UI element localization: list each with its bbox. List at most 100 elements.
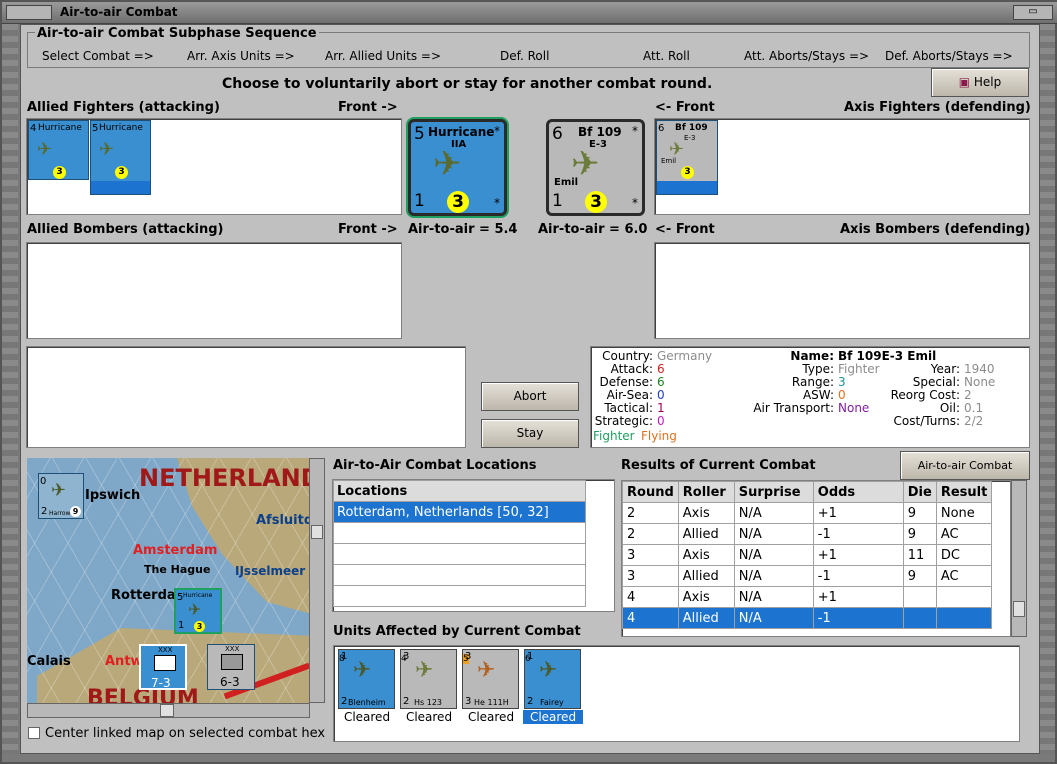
combat-chart-button[interactable]: Air-to-air Combat Chart [900, 451, 1030, 499]
active-allied-counter[interactable]: 5 Hurricane IIA * ✈ 1 3 * [408, 119, 507, 216]
affected-unit-hs123[interactable]: 3 ✈ 2 Hs 123 4 [400, 649, 457, 709]
map-counter-corps-2[interactable]: XXX 6-3 [207, 644, 255, 690]
counter-star: * [494, 196, 500, 210]
help-button[interactable]: ▣ Help [931, 68, 1029, 97]
cell-round: 4 [622, 586, 679, 608]
table-row[interactable]: 2 Axis N/A +1 9 None [622, 502, 993, 524]
center-map-checkbox[interactable] [28, 727, 40, 739]
counter-value: 3 [681, 166, 694, 179]
counter-top-number: 5 [92, 123, 99, 134]
location-row[interactable]: Rotterdam, Netherlands [50, 32] [333, 501, 586, 523]
cell-roller: Axis [677, 502, 735, 524]
locations-list[interactable]: Locations Rotterdam, Netherlands [50, 32… [332, 479, 615, 612]
map-hscrollbar[interactable] [27, 703, 310, 718]
system-menu-button[interactable] [6, 5, 52, 20]
airsea-value: 0 [657, 388, 665, 402]
results-table[interactable]: Round Roller Surprise Odds Die Result 2A… [621, 480, 1011, 637]
counter-name: Harrow [49, 510, 71, 517]
ijsselmeer-label: IJsselmeer [235, 564, 306, 578]
axis-bombers-label: Axis Bombers (defending) [840, 222, 1031, 237]
axis-a2a-label: Air-to-air = 6.0 [538, 222, 648, 237]
col-odds: Odds [812, 481, 904, 503]
scroll-thumb[interactable] [311, 525, 323, 539]
unit-info-panel: Country: Germany Attack: 6 Defense: 6 Ai… [590, 346, 1030, 448]
strategic-label: Strategic: [594, 414, 653, 428]
cell-roller: Axis [677, 586, 735, 608]
location-row[interactable] [333, 564, 586, 586]
right-rail [1039, 24, 1055, 754]
table-row[interactable]: 3 Axis N/A +1 11 DC [622, 544, 993, 566]
col-roller: Roller [677, 481, 735, 503]
table-row[interactable]: 4 Allied N/A -1 [622, 607, 993, 629]
cell-round: 3 [622, 565, 679, 587]
airtransport-label: Air Transport: [753, 401, 834, 415]
active-axis-counter[interactable]: 6 Bf 109 E-3 * ✈ Emil 1 3 * [546, 119, 645, 216]
scroll-thumb[interactable] [160, 704, 174, 717]
cell-roller: Allied [677, 565, 735, 587]
oil-value: 0.1 [964, 401, 984, 415]
affected-units-box[interactable]: 1 ✈ 2 Blenheim 8 Cleared 3 ✈ 2 Hs 123 4 … [333, 645, 1020, 742]
cell-result: None [935, 502, 993, 524]
affected-unit-he111[interactable]: 3 ✈ 3 He 111H 5 [462, 649, 519, 709]
step-att-roll: Att. Roll [643, 49, 690, 63]
counter-value: 3 [194, 621, 205, 632]
axis-bombers-box[interactable] [654, 242, 1030, 339]
affected-unit-blenheim[interactable]: 1 ✈ 2 Blenheim 8 [338, 649, 395, 709]
counter-bottom-number: 1 [552, 191, 563, 211]
map-counter-corps-1[interactable]: XXX 7-3 [139, 644, 187, 690]
allied-fighter-counter-1[interactable]: 4 Hurricane ✈ 3 [28, 120, 89, 180]
subphase-title: Air-to-air Combat Subphase Sequence [35, 26, 319, 41]
flying-tag: Flying [641, 429, 677, 443]
counter-value: 3 [53, 166, 66, 179]
corps-strength: 7-3 [151, 676, 171, 690]
reorg-label: Reorg Cost: [890, 388, 960, 402]
affected-unit-fairey[interactable]: 1 ✈ 2 Fairey 6 [524, 649, 581, 709]
selection-bar [657, 181, 717, 194]
counter-top-number: 3 [465, 651, 472, 662]
counter-name: He 111H [474, 698, 509, 707]
counter-bottom-number: 2 [341, 696, 348, 707]
axis-fighters-label: Axis Fighters (defending) [844, 100, 1031, 115]
cost-label: Cost/Turns: [893, 414, 960, 428]
cell-surprise: N/A [733, 607, 814, 629]
table-row[interactable]: 4 Axis N/A +1 [622, 586, 993, 608]
stay-button[interactable]: Stay [481, 419, 579, 448]
allied-bombers-box[interactable] [26, 242, 402, 339]
counter-name: Bf 109 [675, 123, 708, 133]
map-counter-hurricane[interactable]: 5 Hurricane ✈ 1 3 [174, 588, 222, 634]
table-row[interactable]: 2 Allied N/A -1 9 AC [622, 523, 993, 545]
axis-fighter-counter-1[interactable]: 6 Bf 109 E-3 ✈ Emil 3 [656, 120, 718, 195]
counter-bottom-number: 3 [465, 696, 472, 707]
map-vscrollbar[interactable] [309, 458, 325, 703]
selection-bar [91, 181, 150, 194]
allied-a2a-label: Air-to-air = 5.4 [408, 222, 518, 237]
counter-name: Hs 123 [414, 698, 442, 707]
cell-round: 2 [622, 502, 679, 524]
cell-die: 9 [902, 523, 937, 545]
results-vscrollbar[interactable] [1011, 480, 1027, 637]
cell-odds: -1 [812, 565, 904, 587]
city-ipswich: Ipswich [85, 488, 141, 503]
infantry-icon [154, 655, 176, 671]
reorg-value: 2 [964, 388, 972, 402]
counter-value: 3 [115, 166, 128, 179]
map-counter-harrow[interactable]: 0 ✈ 2 Harrow 9 [38, 473, 84, 519]
results-title: Results of Current Combat [621, 458, 816, 473]
counter-top-number: 1 [341, 651, 348, 662]
city-the-hague: The Hague [144, 563, 211, 576]
counter-bottom-number: 2 [41, 506, 48, 517]
counter-top-number: 6 [658, 123, 665, 134]
abort-button[interactable]: Abort [481, 382, 579, 411]
cell-die [902, 607, 937, 629]
location-row[interactable] [333, 543, 586, 565]
scroll-thumb[interactable] [1013, 601, 1025, 617]
location-row[interactable] [333, 585, 586, 607]
linked-map[interactable]: NETHERLANDS BELGIUM Amsterdam The Hague … [27, 458, 310, 703]
maximize-button[interactable]: ▭ [1013, 5, 1053, 20]
allied-fighter-counter-2[interactable]: 5 Hurricane ✈ 3 [90, 120, 151, 195]
table-row[interactable]: 3 Allied N/A -1 9 AC [622, 565, 993, 587]
step-def-roll: Def. Roll [500, 49, 550, 63]
location-row[interactable] [333, 522, 586, 544]
tactical-label: Tactical: [604, 401, 653, 415]
cell-result: AC [935, 523, 993, 545]
